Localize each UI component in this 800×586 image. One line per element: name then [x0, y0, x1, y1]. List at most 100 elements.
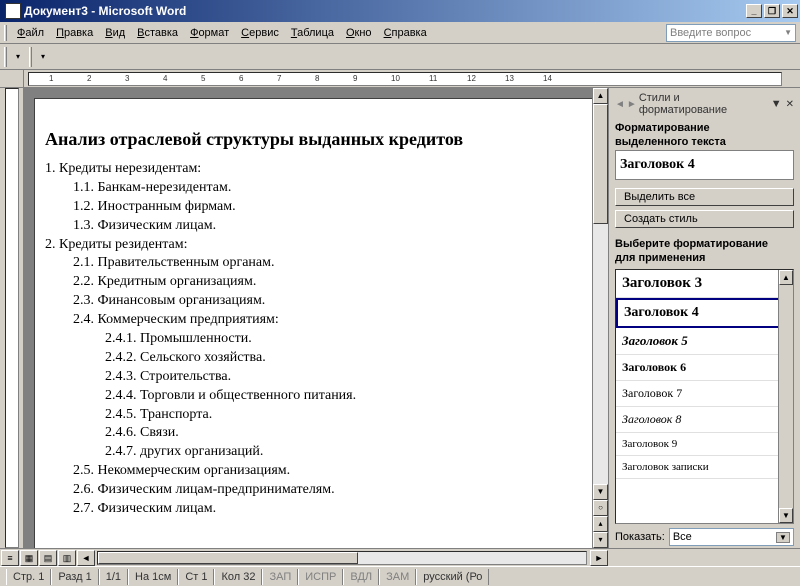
ruler: 1234567891011121314 — [0, 70, 800, 88]
stylelist-scroll-down[interactable]: ▼ — [779, 508, 793, 523]
horizontal-scroll-row: ≡ ▦ ▤ ▥ ◄ ► — [0, 548, 800, 566]
show-value: Все — [673, 531, 692, 543]
document-line[interactable]: 2.4.7. других организаций. — [45, 443, 583, 462]
status-lang: русский (Ро — [416, 569, 489, 585]
scroll-thumb[interactable] — [593, 104, 608, 224]
fmt-label-2: выделенного текста — [615, 136, 726, 148]
next-page-button[interactable]: ▾ — [593, 532, 608, 548]
toolbar-expand-2[interactable]: ▾ — [36, 47, 50, 67]
select-all-button[interactable]: Выделить все — [615, 188, 794, 206]
document-line[interactable]: 2.5. Некоммерческим организациям. — [45, 462, 583, 481]
style-item[interactable]: Заголовок 3¶ — [616, 270, 793, 298]
titlebar: Документ3 - Microsoft Word _ ❐ ✕ — [0, 0, 800, 22]
document-page[interactable]: Анализ отраслевой структуры выданных кре… — [34, 98, 592, 548]
vertical-ruler — [0, 88, 24, 548]
document-line[interactable]: 1. Кредиты нерезидентам: — [45, 160, 583, 179]
style-item[interactable]: Заголовок записки¶ — [616, 456, 793, 479]
new-style-button[interactable]: Создать стиль — [615, 210, 794, 228]
choose-label-1: Выберите форматирование — [615, 238, 768, 250]
document-line[interactable]: 2.3. Финансовым организациям. — [45, 292, 583, 311]
document-area[interactable]: Анализ отраслевой структуры выданных кре… — [24, 88, 592, 548]
document-line[interactable]: 2.6. Физическим лицам-предпринимателям. — [45, 481, 583, 500]
style-item[interactable]: Заголовок 6¶ — [616, 355, 793, 381]
scroll-up-button[interactable]: ▲ — [593, 88, 608, 104]
minimize-button[interactable]: _ — [746, 4, 762, 18]
fmt-label-1: Форматирование — [615, 122, 710, 134]
style-item[interactable]: Заголовок 9¶ — [616, 433, 793, 456]
taskpane-close-icon[interactable]: ✕ — [786, 99, 794, 110]
help-question-placeholder: Введите вопрос — [670, 27, 751, 39]
style-item[interactable]: Заголовок 8¶ — [616, 407, 793, 433]
maximize-button[interactable]: ❐ — [764, 4, 780, 18]
statusbar: Стр. 1 Разд 1 1/1 На 1см Ст 1 Кол 32 ЗАП… — [0, 566, 800, 586]
hscroll-thumb[interactable] — [98, 552, 358, 564]
taskpane-title: Стили и форматирование — [639, 92, 771, 116]
window-title: Документ3 - Microsoft Word — [24, 4, 744, 18]
help-question-box[interactable]: Введите вопрос ▼ — [666, 24, 796, 42]
document-line[interactable]: 2.1. Правительственным органам. — [45, 254, 583, 273]
document-title[interactable]: Анализ отраслевой структуры выданных кре… — [45, 129, 583, 150]
document-line[interactable]: 2.4. Коммерческим предприятиям: — [45, 311, 583, 330]
status-at: На 1см — [128, 569, 178, 585]
menu-tools[interactable]: Сервис — [235, 25, 285, 41]
style-item[interactable]: Заголовок 4¶ — [616, 298, 793, 328]
menu-insert[interactable]: Вставка — [131, 25, 184, 41]
document-line[interactable]: 2. Кредиты резидентам: — [45, 236, 583, 255]
view-normal-button[interactable]: ≡ — [1, 550, 19, 566]
menu-table[interactable]: Таблица — [285, 25, 340, 41]
current-style-display[interactable]: Заголовок 4 — [615, 150, 794, 180]
status-page: Стр. 1 — [6, 569, 51, 585]
menu-window[interactable]: Окно — [340, 25, 378, 41]
ruler-scale[interactable]: 1234567891011121314 — [28, 72, 782, 86]
browse-select-button[interactable]: ○ — [593, 500, 608, 516]
taskpane-menu-icon[interactable]: ▼ — [771, 98, 782, 110]
hscroll-right[interactable]: ► — [590, 550, 608, 566]
status-trk: ИСПР — [298, 569, 343, 585]
status-pageof: 1/1 — [99, 569, 128, 585]
horizontal-scrollbar[interactable] — [97, 551, 587, 565]
menu-help[interactable]: Справка — [378, 25, 433, 41]
menubar: Файл Правка Вид Вставка Формат Сервис Та… — [0, 22, 800, 44]
app-icon — [5, 3, 21, 19]
view-outline-button[interactable]: ▥ — [58, 550, 76, 566]
status-section: Разд 1 — [51, 569, 98, 585]
choose-label-2: для применения — [615, 252, 705, 264]
taskpane-forward-icon[interactable]: ► — [627, 99, 637, 110]
document-line[interactable]: 1.3. Физическим лицам. — [45, 217, 583, 236]
document-line[interactable]: 1.2. Иностранным фирмам. — [45, 198, 583, 217]
style-item[interactable]: Заголовок 7¶ — [616, 381, 793, 407]
status-col: Кол 32 — [214, 569, 262, 585]
document-line[interactable]: 2.4.2. Сельского хозяйства. — [45, 349, 583, 368]
close-button[interactable]: ✕ — [782, 4, 798, 18]
document-line[interactable]: 2.4.3. Строительства. — [45, 368, 583, 387]
menu-view[interactable]: Вид — [99, 25, 131, 41]
status-ovr: ЗАМ — [379, 569, 416, 585]
document-line[interactable]: 2.4.4. Торговли и общественного питания. — [45, 387, 583, 406]
vertical-scrollbar[interactable]: ▲ ▼ ○ ▴ ▾ — [592, 88, 608, 548]
document-line[interactable]: 2.7. Физическим лицам. — [45, 500, 583, 519]
dropdown-icon: ▼ — [784, 28, 792, 37]
style-list[interactable]: Заголовок 3¶Заголовок 4¶Заголовок 5¶Заго… — [615, 269, 794, 524]
taskpane-back-icon[interactable]: ◄ — [615, 99, 625, 110]
document-line[interactable]: 1.1. Банкам-нерезидентам. — [45, 179, 583, 198]
prev-page-button[interactable]: ▴ — [593, 516, 608, 532]
scroll-down-button[interactable]: ▼ — [593, 484, 608, 500]
stylelist-scroll-up[interactable]: ▲ — [779, 270, 793, 285]
document-line[interactable]: 2.4.1. Промышленности. — [45, 330, 583, 349]
toolbar: ▾ ▾ — [0, 44, 800, 70]
menu-format[interactable]: Формат — [184, 25, 235, 41]
style-item[interactable]: Заголовок 5¶ — [616, 328, 793, 355]
document-line[interactable]: 2.4.5. Транспорта. — [45, 406, 583, 425]
document-line[interactable]: 2.4.6. Связи. — [45, 424, 583, 443]
status-ext: ВДЛ — [343, 569, 379, 585]
toolbar-expand[interactable]: ▾ — [11, 47, 25, 67]
status-line: Ст 1 — [178, 569, 214, 585]
document-line[interactable]: 2.2. Кредитным организациям. — [45, 273, 583, 292]
menu-edit[interactable]: Правка — [50, 25, 99, 41]
view-web-button[interactable]: ▦ — [20, 550, 38, 566]
hscroll-left[interactable]: ◄ — [77, 550, 95, 566]
task-pane: ◄ ► Стили и форматирование ▼ ✕ Форматиро… — [608, 88, 800, 548]
menu-file[interactable]: Файл — [11, 25, 50, 41]
show-dropdown[interactable]: Все▼ — [669, 528, 794, 546]
view-print-button[interactable]: ▤ — [39, 550, 57, 566]
